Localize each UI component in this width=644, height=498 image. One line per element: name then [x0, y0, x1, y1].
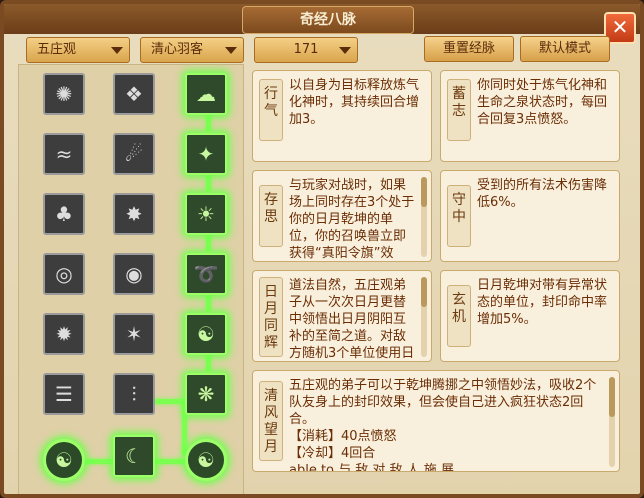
- points-dropdown[interactable]: 171: [254, 37, 358, 63]
- chevron-down-icon: [111, 47, 123, 54]
- link-line: [206, 113, 211, 131]
- ultimate-line1: 五庄观的弟子可以于乾坤腾挪之中领悟妙法，吸收2个队友身上的封印效果，但会使自己进…: [289, 378, 597, 427]
- ultimate-card: 清风望月 五庄观的弟子可以于乾坤腾挪之中领悟妙法，吸收2个队友身上的封印效果，但…: [252, 370, 620, 472]
- desc-scrollbar[interactable]: [421, 177, 427, 257]
- link-line: [206, 233, 211, 251]
- talent-desc: 与玩家对战时，如果场上同时存在3个处于你的日月乾坤的单位，你的召唤兽立即获得“真…: [289, 178, 415, 259]
- talent-node-r2c1[interactable]: ✸: [113, 193, 155, 235]
- talent-name: 日月同辉: [259, 277, 283, 357]
- talent-node-r3c1[interactable]: ◉: [113, 253, 155, 295]
- talent-card: 行气 以自身为目标释放炼气化神时，其持续回合增加3。: [252, 70, 432, 162]
- talent-node-r5c1[interactable]: ⫶: [113, 373, 155, 415]
- ultimate-cooldown: 【冷却】4回合: [289, 446, 376, 461]
- talent-node-r1c2[interactable]: ✦: [185, 133, 227, 175]
- talent-card: 玄机 日月乾坤对带有异常状态的单位，封印命中率增加5%。: [440, 270, 620, 362]
- default-mode-button[interactable]: 默认模式: [520, 36, 610, 62]
- talent-node-r6c1[interactable]: ☾: [113, 435, 155, 477]
- talent-node-r1c0[interactable]: ≈: [43, 133, 85, 175]
- talent-node-r5c2[interactable]: ❋: [185, 373, 227, 415]
- talent-desc: 受到的所有法术伤害降低6%。: [477, 178, 608, 210]
- talent-node-r1c1[interactable]: ☄: [113, 133, 155, 175]
- talent-name: 蓄志: [447, 79, 471, 141]
- talent-node-r3c2[interactable]: ➰: [185, 253, 227, 295]
- talent-desc: 道法自然，五庄观弟子从一次次日月更替中领悟出日月阴阳互补的至简之道。对敌方随机3…: [289, 278, 415, 359]
- talent-node-r3c0[interactable]: ◎: [43, 253, 85, 295]
- talent-node-r0c2[interactable]: ☁: [185, 73, 227, 115]
- desc-scrollbar[interactable]: [609, 377, 615, 467]
- talent-name: 行气: [259, 79, 283, 141]
- link-line: [206, 173, 211, 191]
- talent-node-r0c0[interactable]: ✺: [43, 73, 85, 115]
- talent-name: 守中: [447, 185, 471, 247]
- talent-card: 日月同辉 道法自然，五庄观弟子从一次次日月更替中领悟出日月阴阳互补的至简之道。对…: [252, 270, 432, 362]
- talent-node-r2c0[interactable]: ♣: [43, 193, 85, 235]
- talent-node-r4c0[interactable]: ✹: [43, 313, 85, 355]
- talent-name: 玄机: [447, 285, 471, 347]
- talent-card: 存思 与玩家对战时，如果场上同时存在3个处于你的日月乾坤的单位，你的召唤兽立即获…: [252, 170, 432, 262]
- talent-name: 存思: [259, 185, 283, 247]
- school-dropdown[interactable]: 五庄观: [26, 37, 130, 63]
- talent-desc: 你同时处于炼气化神和生命之泉状态时，每回合回复3点愤怒。: [477, 78, 608, 127]
- link-line: [206, 293, 211, 311]
- title-bar: 奇经八脉 ✕: [4, 4, 640, 44]
- qijing-window: 奇经八脉 ✕ 五庄观 清心羽客 171 重置经脉 默认模式 ✺ ❖ ☁ ≈ ☄ …: [0, 0, 644, 498]
- ultimate-cost: 【消耗】40点愤怒: [289, 429, 397, 444]
- chevron-down-icon: [225, 47, 237, 54]
- talent-card: 守中 受到的所有法术伤害降低6%。: [440, 170, 620, 262]
- talent-desc: 日月乾坤对带有异常状态的单位，封印命中率增加5%。: [477, 278, 608, 327]
- talent-card: 蓄志 你同时处于炼气化神和生命之泉状态时，每回合回复3点愤怒。: [440, 70, 620, 162]
- school-value: 五庄观: [37, 42, 77, 57]
- talent-node-r5c0[interactable]: ☰: [43, 373, 85, 415]
- desc-scrollbar[interactable]: [421, 277, 427, 357]
- talent-desc: 以自身为目标释放炼气化神时，其持续回合增加3。: [289, 78, 420, 127]
- talent-node-r6c0[interactable]: ☯: [43, 439, 85, 481]
- talent-node-r0c1[interactable]: ❖: [113, 73, 155, 115]
- ultimate-desc: 五庄观的弟子可以于乾坤腾挪之中领悟妙法，吸收2个队友身上的封印效果，但会使自己进…: [289, 377, 605, 471]
- chevron-down-icon: [339, 47, 351, 54]
- reset-meridian-button[interactable]: 重置经脉: [424, 36, 514, 62]
- points-value: 171: [293, 42, 319, 57]
- link-line: [155, 459, 189, 464]
- faction-dropdown[interactable]: 清心羽客: [140, 37, 244, 63]
- faction-value: 清心羽客: [151, 42, 204, 57]
- link-line: [206, 353, 211, 371]
- window-title: 奇经八脉: [242, 6, 414, 34]
- talent-node-r4c2[interactable]: ☯: [185, 313, 227, 355]
- talent-node-r2c2[interactable]: ☀: [185, 193, 227, 235]
- ultimate-name: 清风望月: [259, 381, 283, 461]
- ultimate-line4: able to 与 敌 对 敌 人 施 展: [289, 463, 454, 471]
- talent-node-r6c2[interactable]: ☯: [185, 439, 227, 481]
- talent-grid: ✺ ❖ ☁ ≈ ☄ ✦ ♣ ✸ ☀ ◎ ◉ ➰ ✹ ✶ ☯ ☰ ⫶ ❋ ☯ ☾ …: [18, 64, 244, 494]
- talent-node-r4c1[interactable]: ✶: [113, 313, 155, 355]
